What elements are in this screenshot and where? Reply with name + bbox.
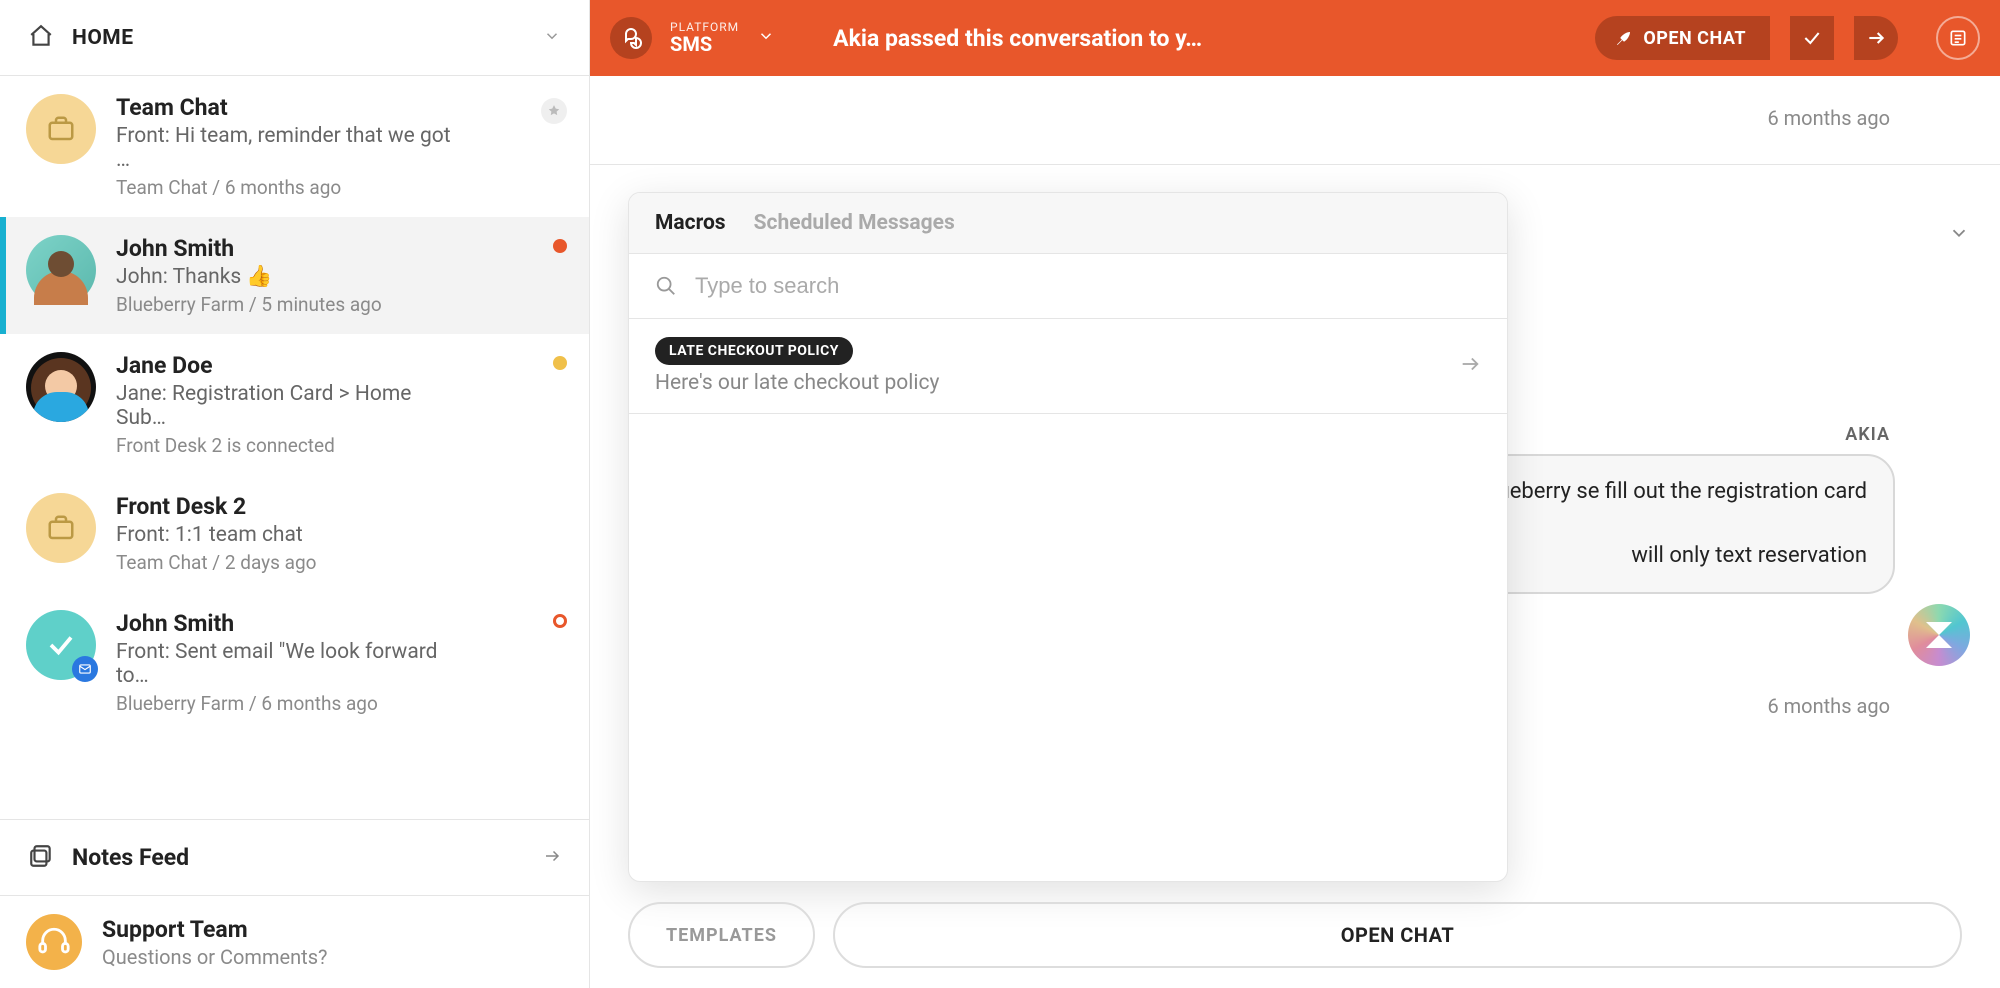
item-title: John Smith <box>116 235 533 262</box>
headset-icon <box>26 914 82 970</box>
item-meta: Front Desk 2 is connected <box>116 434 533 457</box>
item-meta: Blueberry Farm / 5 minutes ago <box>116 293 533 316</box>
arrow-right-icon <box>543 847 561 869</box>
notes-icon <box>28 843 54 873</box>
search-icon <box>655 275 677 297</box>
home-label: HOME <box>72 26 134 50</box>
chat-area: 6 months ago AKIA to your arrival today … <box>590 76 2000 988</box>
sidebar-header: HOME <box>0 0 589 76</box>
item-preview: Jane: Registration Card > Home Sub… <box>116 382 466 430</box>
topbar: PLATFORM SMS Akia passed this conversati… <box>590 0 2000 76</box>
list-item[interactable]: Team Chat Front: Hi team, reminder that … <box>0 76 589 217</box>
item-title: Front Desk 2 <box>116 493 567 520</box>
briefcase-icon <box>26 493 96 563</box>
chevron-down-icon[interactable] <box>757 27 775 49</box>
item-preview: Front: 1:1 team chat <box>116 523 466 547</box>
item-title: Team Chat <box>116 94 521 121</box>
list-item[interactable]: John Smith Front: Sent email "We look fo… <box>0 592 589 733</box>
open-chat-button[interactable]: OPEN CHAT <box>1595 16 1770 60</box>
main: PLATFORM SMS Akia passed this conversati… <box>590 0 2000 988</box>
divider <box>590 164 2000 165</box>
item-title: John Smith <box>116 610 533 637</box>
tab-scheduled[interactable]: Scheduled Messages <box>754 211 955 235</box>
chevron-down-icon[interactable] <box>1948 222 1970 248</box>
chat-bubbles-icon <box>610 17 652 59</box>
item-preview: John: Thanks 👍 <box>116 265 466 289</box>
message-timestamp: 6 months ago <box>1767 106 1890 130</box>
support-team-button[interactable]: Support Team Questions or Comments? <box>0 895 589 988</box>
open-chat-field[interactable]: OPEN CHAT <box>833 902 1962 968</box>
bottom-bar: TEMPLATES OPEN CHAT <box>590 902 2000 968</box>
panel-tabs: Macros Scheduled Messages <box>629 193 1507 254</box>
check-icon <box>26 610 96 680</box>
message-timestamp: 6 months ago <box>1767 694 1890 718</box>
macro-name: LATE CHECKOUT POLICY <box>655 337 853 365</box>
status-dot <box>553 239 567 253</box>
akia-avatar <box>1908 604 1970 666</box>
sidebar: HOME Team Chat Front: Hi team, reminder … <box>0 0 590 988</box>
pin-icon[interactable] <box>541 98 567 124</box>
forward-button[interactable] <box>1854 16 1898 60</box>
confirm-button[interactable] <box>1790 16 1834 60</box>
item-preview: Front: Hi team, reminder that we got … <box>116 124 466 172</box>
item-meta: Team Chat / 2 days ago <box>116 551 567 574</box>
list-item[interactable]: Front Desk 2 Front: 1:1 team chat Team C… <box>0 475 589 592</box>
feather-icon <box>1615 29 1633 47</box>
templates-button[interactable]: TEMPLATES <box>628 902 815 968</box>
templates-panel: Macros Scheduled Messages LATE CHECKOUT … <box>628 192 1508 882</box>
item-preview: Front: Sent email "We look forward to… <box>116 640 466 688</box>
briefcase-icon <box>26 94 96 164</box>
item-meta: Team Chat / 6 months ago <box>116 176 521 199</box>
list-item[interactable]: John Smith John: Thanks 👍 Blueberry Farm… <box>0 217 589 334</box>
avatar <box>26 352 96 422</box>
panel-search <box>629 254 1507 319</box>
status-dot <box>553 614 567 628</box>
notes-label: Notes Feed <box>72 844 189 871</box>
platform-label: PLATFORM <box>670 20 739 34</box>
mail-icon <box>72 656 98 682</box>
status-dot <box>553 356 567 370</box>
conversation-title: Akia passed this conversation to y… <box>833 25 1202 52</box>
support-title: Support Team <box>102 916 327 943</box>
home-icon <box>28 23 54 53</box>
notes-feed-button[interactable]: Notes Feed <box>0 819 589 895</box>
macro-desc: Here's our late checkout policy <box>655 371 939 395</box>
list-item[interactable]: Jane Doe Jane: Registration Card > Home … <box>0 334 589 475</box>
chevron-down-icon[interactable] <box>543 27 561 49</box>
tab-macros[interactable]: Macros <box>655 211 726 235</box>
platform-selector[interactable]: PLATFORM SMS <box>670 20 739 56</box>
open-chat-label: OPEN CHAT <box>1643 28 1746 49</box>
item-title: Jane Doe <box>116 352 533 379</box>
details-button[interactable] <box>1936 16 1980 60</box>
support-subtitle: Questions or Comments? <box>102 945 327 969</box>
conversation-list: Team Chat Front: Hi team, reminder that … <box>0 76 589 819</box>
macro-item[interactable]: LATE CHECKOUT POLICY Here's our late che… <box>629 319 1507 414</box>
arrow-right-icon <box>1459 353 1481 379</box>
avatar <box>26 235 96 305</box>
search-input[interactable] <box>693 272 1481 300</box>
item-meta: Blueberry Farm / 6 months ago <box>116 692 533 715</box>
platform-value: SMS <box>670 32 739 56</box>
sender-label: AKIA <box>1845 424 1890 445</box>
